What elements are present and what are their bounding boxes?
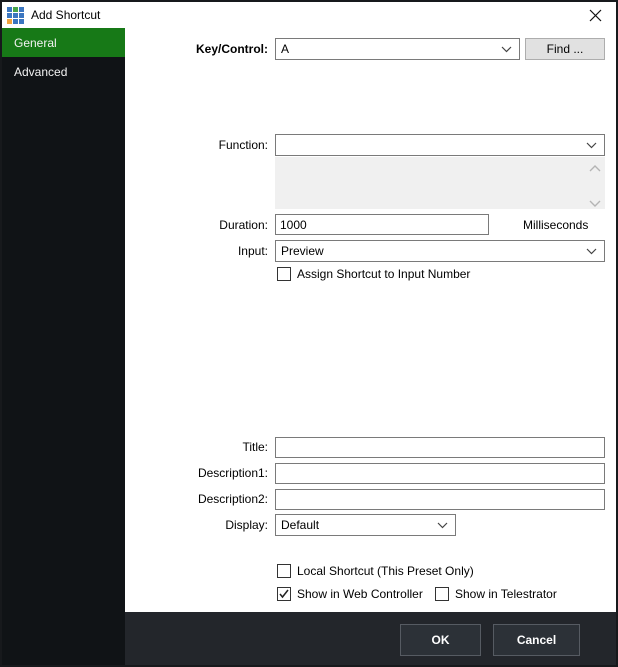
description2-label: Description2: bbox=[125, 488, 268, 510]
display-select[interactable]: Default bbox=[275, 514, 456, 536]
footer-bar: OK Cancel bbox=[125, 612, 616, 667]
description2-input[interactable] bbox=[275, 489, 605, 510]
display-label: Display: bbox=[125, 514, 268, 536]
key-control-value: A bbox=[281, 42, 289, 56]
titlebar: Add Shortcut bbox=[2, 2, 616, 28]
web-controller-checkbox[interactable]: Show in Web Controller bbox=[277, 587, 423, 601]
function-label: Function: bbox=[125, 134, 268, 156]
checkbox[interactable] bbox=[277, 587, 291, 601]
add-shortcut-dialog: Add Shortcut General Advanced Key/Contro… bbox=[0, 0, 618, 667]
chevron-down-icon bbox=[586, 244, 597, 258]
input-label: Input: bbox=[125, 240, 268, 262]
input-value: Preview bbox=[281, 244, 324, 258]
scroll-down-icon bbox=[589, 196, 601, 204]
checkbox[interactable] bbox=[277, 564, 291, 578]
telestrator-checkbox[interactable]: Show in Telestrator bbox=[435, 587, 557, 601]
title-label: Title: bbox=[125, 436, 268, 458]
checkbox[interactable] bbox=[277, 267, 291, 281]
app-grid-icon bbox=[7, 7, 24, 24]
chevron-down-icon bbox=[437, 518, 448, 532]
cancel-button[interactable]: Cancel bbox=[493, 624, 580, 656]
description1-input[interactable] bbox=[275, 463, 605, 484]
checkmark-icon bbox=[278, 588, 290, 600]
duration-input[interactable] bbox=[275, 214, 489, 235]
local-shortcut-checkbox[interactable]: Local Shortcut (This Preset Only) bbox=[277, 564, 474, 578]
scroll-up-icon bbox=[589, 162, 601, 170]
tab-general[interactable]: General bbox=[2, 28, 125, 57]
web-controller-label: Show in Web Controller bbox=[297, 587, 423, 601]
chevron-down-icon bbox=[501, 42, 512, 56]
find-button[interactable]: Find ... bbox=[525, 38, 605, 60]
display-value: Default bbox=[281, 518, 319, 532]
title-input[interactable] bbox=[275, 437, 605, 458]
function-select[interactable] bbox=[275, 134, 605, 156]
key-control-label: Key/Control: bbox=[125, 38, 268, 60]
checkbox[interactable] bbox=[435, 587, 449, 601]
assign-input-number-label: Assign Shortcut to Input Number bbox=[297, 267, 470, 281]
assign-input-number-checkbox[interactable]: Assign Shortcut to Input Number bbox=[277, 267, 470, 281]
input-select[interactable]: Preview bbox=[275, 240, 605, 262]
telestrator-label: Show in Telestrator bbox=[455, 587, 557, 601]
window-title: Add Shortcut bbox=[31, 8, 100, 22]
milliseconds-label: Milliseconds bbox=[523, 214, 588, 236]
key-control-select[interactable]: A bbox=[275, 38, 520, 60]
ok-button[interactable]: OK bbox=[400, 624, 481, 656]
chevron-down-icon bbox=[586, 138, 597, 152]
close-icon[interactable] bbox=[584, 6, 606, 25]
description1-label: Description1: bbox=[125, 462, 268, 484]
local-shortcut-label: Local Shortcut (This Preset Only) bbox=[297, 564, 474, 578]
general-panel: Key/Control: A Find ... Function: bbox=[125, 28, 616, 612]
tab-advanced[interactable]: Advanced bbox=[2, 57, 125, 86]
function-description-box bbox=[275, 157, 605, 209]
duration-label: Duration: bbox=[125, 214, 268, 236]
sidebar: General Advanced bbox=[2, 28, 125, 667]
